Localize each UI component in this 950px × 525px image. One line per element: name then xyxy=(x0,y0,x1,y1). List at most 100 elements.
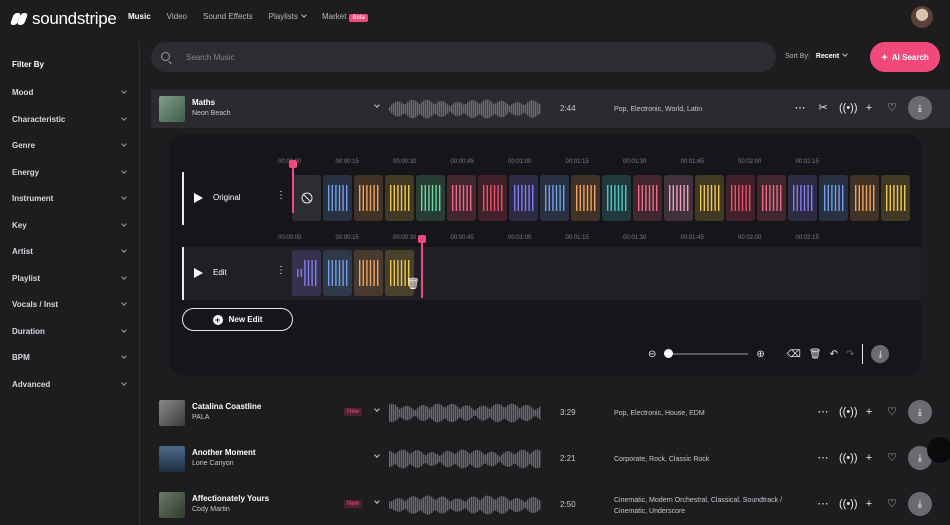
lane-more-icon[interactable]: ⋮ xyxy=(276,265,286,276)
filter-artist[interactable]: Artist xyxy=(12,247,128,256)
clip[interactable] xyxy=(602,175,631,221)
clip[interactable] xyxy=(509,175,538,221)
broadcast-icon[interactable]: ((•)) xyxy=(839,406,858,418)
clip[interactable] xyxy=(292,175,321,221)
trash-icon[interactable]: 🗑 xyxy=(809,349,822,360)
lane-more-icon[interactable]: ⋮ xyxy=(276,190,286,201)
filter-characteristic[interactable]: Characteristic xyxy=(12,115,128,124)
heart-icon[interactable]: ♡ xyxy=(885,451,899,464)
sort-by[interactable]: Sort By: Recent xyxy=(785,51,849,60)
track-waveform[interactable] xyxy=(389,95,541,123)
plus-icon[interactable]: + xyxy=(862,498,876,510)
clip[interactable] xyxy=(447,175,476,221)
track-waveform[interactable] xyxy=(389,445,541,473)
clip[interactable] xyxy=(571,175,600,221)
logo[interactable]: soundstripe xyxy=(9,9,117,29)
zoom-in-icon[interactable]: ⊕ xyxy=(756,349,764,360)
plus-icon[interactable]: + xyxy=(862,452,876,464)
playhead-edit[interactable] xyxy=(418,235,426,298)
track-title[interactable]: Another Moment xyxy=(192,448,256,457)
filter-advanced[interactable]: Advanced xyxy=(12,380,128,389)
plus-icon[interactable]: + xyxy=(862,102,876,114)
clip[interactable] xyxy=(726,175,755,221)
download-icon[interactable]: ⤓ xyxy=(871,345,890,363)
filter-mood[interactable]: Mood xyxy=(12,88,128,97)
clip[interactable] xyxy=(416,175,445,221)
clip[interactable] xyxy=(385,175,414,221)
chevron-down-icon[interactable] xyxy=(374,406,380,412)
filter-instrument[interactable]: Instrument xyxy=(12,194,128,203)
floating-circle[interactable] xyxy=(927,437,950,463)
avatar[interactable] xyxy=(911,6,933,28)
new-edit-button[interactable]: + New Edit xyxy=(182,308,293,331)
track-cover[interactable] xyxy=(159,400,185,426)
nav-video[interactable]: Video xyxy=(167,12,187,21)
track-artist[interactable]: Cody Martin xyxy=(192,506,230,513)
track-cover[interactable] xyxy=(159,446,185,472)
plus-icon[interactable]: + xyxy=(862,406,876,418)
clip[interactable] xyxy=(292,250,321,296)
track-artist[interactable]: PALA xyxy=(192,414,209,421)
track-title[interactable]: Affectionately Yours xyxy=(192,494,269,503)
playhead-original[interactable] xyxy=(289,160,297,213)
scissors-icon[interactable]: ✂ xyxy=(816,101,830,114)
clip[interactable] xyxy=(323,175,352,221)
filter-bpm[interactable]: BPM xyxy=(12,353,128,362)
clip[interactable] xyxy=(819,175,848,221)
download-icon[interactable]: ⤓ xyxy=(908,96,932,120)
nav-sound-effects[interactable]: Sound Effects xyxy=(203,12,253,21)
broadcast-icon[interactable]: ((•)) xyxy=(839,498,858,510)
more-icon[interactable]: ⋯ xyxy=(793,101,807,114)
track-artist[interactable]: Neon Beach xyxy=(192,110,231,117)
download-icon[interactable]: ⤓ xyxy=(908,492,932,516)
filter-key[interactable]: Key xyxy=(12,221,128,230)
clip[interactable] xyxy=(850,175,879,221)
clip[interactable] xyxy=(478,175,507,221)
track-title[interactable]: Maths xyxy=(192,98,215,107)
broadcast-icon[interactable]: ((•)) xyxy=(839,102,858,114)
download-icon[interactable]: ⤓ xyxy=(908,400,932,424)
nav-music[interactable]: Music xyxy=(128,12,151,21)
play-icon[interactable] xyxy=(194,268,203,278)
clip[interactable] xyxy=(757,175,786,221)
broadcast-icon[interactable]: ((•)) xyxy=(839,452,858,464)
clip[interactable] xyxy=(354,175,383,221)
filter-genre[interactable]: Genre xyxy=(12,141,128,150)
more-icon[interactable]: ⋯ xyxy=(816,497,830,510)
track-row[interactable]: Maths Neon Beach 2:44 Pop, Electronic, Worl… xyxy=(151,90,950,128)
chevron-down-icon[interactable] xyxy=(374,102,380,108)
track-artist[interactable]: Lone Canyon xyxy=(192,460,234,467)
track-cover[interactable] xyxy=(159,96,185,122)
heart-icon[interactable]: ♡ xyxy=(885,497,899,510)
chevron-down-icon[interactable] xyxy=(374,452,380,458)
play-icon[interactable] xyxy=(194,193,203,203)
filter-energy[interactable]: Energy xyxy=(12,168,128,177)
trash-icon[interactable]: 🗑 xyxy=(406,277,420,290)
undo-icon[interactable]: ↶ xyxy=(830,349,838,360)
clip[interactable] xyxy=(633,175,662,221)
clip[interactable] xyxy=(695,175,724,221)
track-row[interactable]: Affectionately Yours Cody Martin New 2:50 Ci… xyxy=(151,486,950,524)
clear-icon[interactable]: ⌫ xyxy=(787,349,801,360)
search-input[interactable] xyxy=(186,50,746,64)
zoom-slider[interactable] xyxy=(664,349,749,358)
track-title[interactable]: Catalina Coastline xyxy=(192,402,261,411)
track-cover[interactable] xyxy=(159,492,185,518)
clip[interactable] xyxy=(354,250,383,296)
track-row[interactable]: Catalina Coastline PALA New 3:29 Pop, Electr… xyxy=(151,394,950,432)
clip[interactable] xyxy=(788,175,817,221)
chevron-down-icon[interactable] xyxy=(374,498,380,504)
nav-playlists[interactable]: Playlists xyxy=(269,12,307,21)
heart-icon[interactable]: ♡ xyxy=(885,405,899,418)
heart-icon[interactable]: ♡ xyxy=(885,101,899,114)
filter-vocals-inst[interactable]: Vocals / Inst xyxy=(12,300,128,309)
track-waveform[interactable] xyxy=(389,399,541,427)
clip[interactable] xyxy=(664,175,693,221)
track-waveform[interactable] xyxy=(389,491,541,519)
ai-search-button[interactable]: ✦ AI Search xyxy=(870,42,940,72)
clip[interactable] xyxy=(881,175,910,221)
track-row[interactable]: Another Moment Lone Canyon 2:21 Corporate, … xyxy=(151,440,950,478)
more-icon[interactable]: ⋯ xyxy=(816,451,830,464)
more-icon[interactable]: ⋯ xyxy=(816,405,830,418)
filter-playlist[interactable]: Playlist xyxy=(12,274,128,283)
